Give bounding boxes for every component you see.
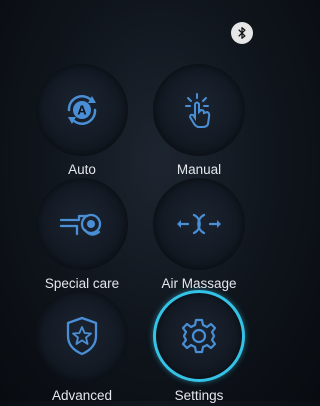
advanced-shield-icon [62, 314, 102, 358]
air-massage-button[interactable] [153, 178, 245, 270]
menu-item-air-massage[interactable]: Air Massage [139, 174, 259, 294]
special-care-button[interactable] [36, 178, 128, 270]
menu-item-special-care[interactable]: Special care [22, 174, 142, 294]
bluetooth-icon [235, 26, 249, 40]
advanced-button[interactable] [36, 290, 128, 382]
auto-mode-icon: A [60, 88, 104, 132]
svg-text:A: A [77, 103, 87, 118]
auto-button[interactable]: A [36, 64, 128, 156]
manual-touch-icon [177, 88, 221, 132]
special-care-icon [57, 204, 107, 244]
menu-item-advanced[interactable]: Advanced [22, 286, 142, 406]
settings-button[interactable] [153, 290, 245, 382]
menu-item-auto[interactable]: A Auto [22, 60, 142, 180]
manual-button[interactable] [153, 64, 245, 156]
menu-item-settings[interactable]: Settings [139, 286, 259, 406]
air-massage-icon [174, 204, 224, 244]
settings-gear-icon [179, 316, 219, 356]
menu-item-manual[interactable]: Manual [139, 60, 259, 180]
bluetooth-status[interactable] [231, 22, 253, 44]
